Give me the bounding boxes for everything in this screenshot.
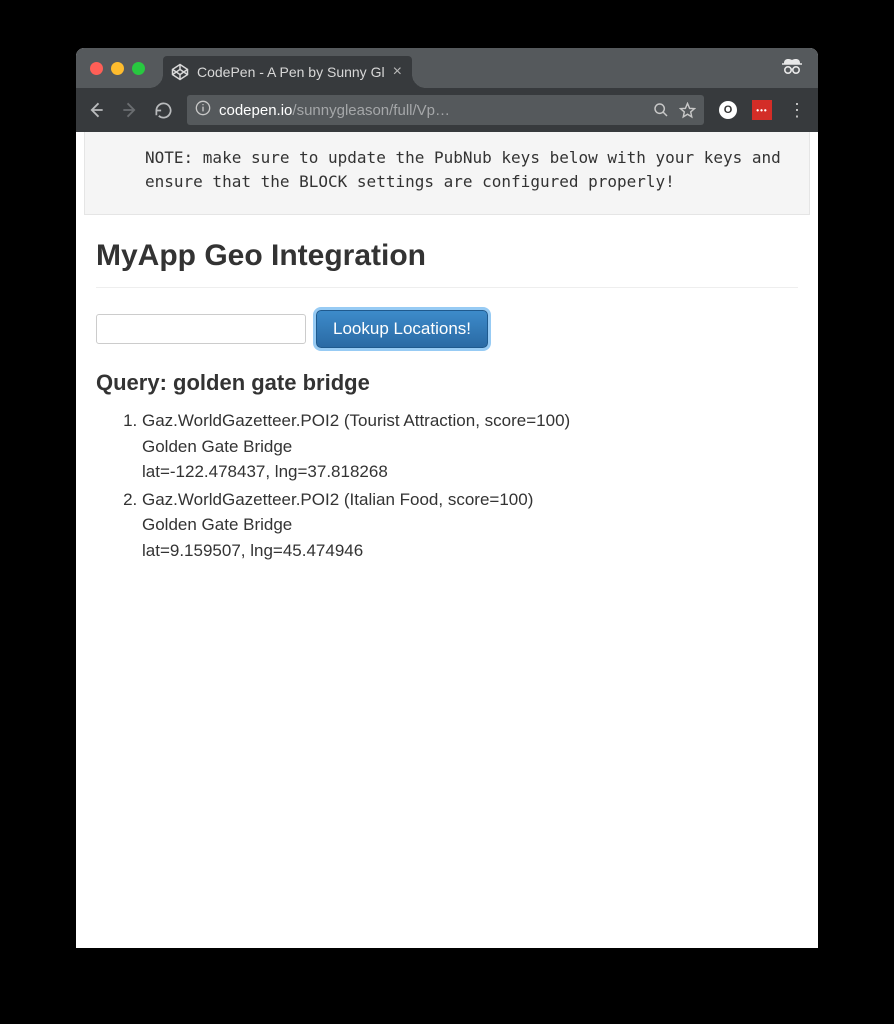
omnibox-actions [653, 102, 696, 119]
close-tab-icon[interactable]: × [393, 64, 402, 80]
back-button[interactable] [86, 100, 106, 120]
result-header: Gaz.WorldGazetteer.POI2 (Italian Food, s… [142, 487, 798, 513]
codepen-icon [171, 63, 189, 81]
lookup-form: Lookup Locations! [96, 310, 798, 348]
forward-button[interactable] [120, 100, 140, 120]
list-item: Gaz.WorldGazetteer.POI2 (Italian Food, s… [142, 487, 798, 564]
tab-title: CodePen - A Pen by Sunny Gl [197, 64, 385, 80]
maximize-window-button[interactable] [132, 62, 145, 75]
browser-tab[interactable]: CodePen - A Pen by Sunny Gl × [163, 56, 412, 88]
extension-lastpass-icon[interactable]: ••• [752, 100, 772, 120]
note-box: NOTE: make sure to update the PubNub key… [84, 132, 810, 215]
result-name: Golden Gate Bridge [142, 512, 798, 538]
list-item: Gaz.WorldGazetteer.POI2 (Tourist Attract… [142, 408, 798, 485]
url-path: /sunnygleason/full/Vp… [292, 102, 450, 119]
browser-toolbar: codepen.io/sunnygleason/full/Vp… O ••• ⋮ [76, 88, 818, 132]
window-controls [90, 62, 145, 75]
result-header: Gaz.WorldGazetteer.POI2 (Tourist Attract… [142, 408, 798, 434]
page-title: MyApp Geo Integration [96, 239, 798, 273]
address-bar[interactable]: codepen.io/sunnygleason/full/Vp… [187, 95, 704, 125]
bookmark-star-icon[interactable] [679, 102, 696, 119]
incognito-icon [780, 55, 804, 82]
query-label-prefix: Query: [96, 370, 173, 395]
lookup-button[interactable]: Lookup Locations! [316, 310, 488, 348]
reload-button[interactable] [154, 101, 173, 120]
query-heading: Query: golden gate bridge [96, 370, 798, 396]
url-domain: codepen.io [219, 102, 292, 119]
query-input[interactable] [96, 314, 306, 344]
site-info-icon[interactable] [195, 100, 211, 120]
browser-menu-icon[interactable]: ⋮ [786, 100, 808, 121]
url-text: codepen.io/sunnygleason/full/Vp… [219, 102, 645, 119]
result-coords: lat=-122.478437, lng=37.818268 [142, 459, 798, 485]
page-content: NOTE: make sure to update the PubNub key… [76, 132, 818, 948]
close-window-button[interactable] [90, 62, 103, 75]
result-coords: lat=9.159507, lng=45.474946 [142, 538, 798, 564]
minimize-window-button[interactable] [111, 62, 124, 75]
results-list: Gaz.WorldGazetteer.POI2 (Tourist Attract… [96, 408, 798, 563]
search-icon[interactable] [653, 102, 669, 118]
tab-strip: CodePen - A Pen by Sunny Gl × [76, 48, 818, 88]
browser-window: CodePen - A Pen by Sunny Gl × [76, 48, 818, 948]
result-name: Golden Gate Bridge [142, 434, 798, 460]
extension-origin-icon[interactable]: O [718, 100, 738, 120]
divider [96, 287, 798, 288]
query-value: golden gate bridge [173, 370, 370, 395]
